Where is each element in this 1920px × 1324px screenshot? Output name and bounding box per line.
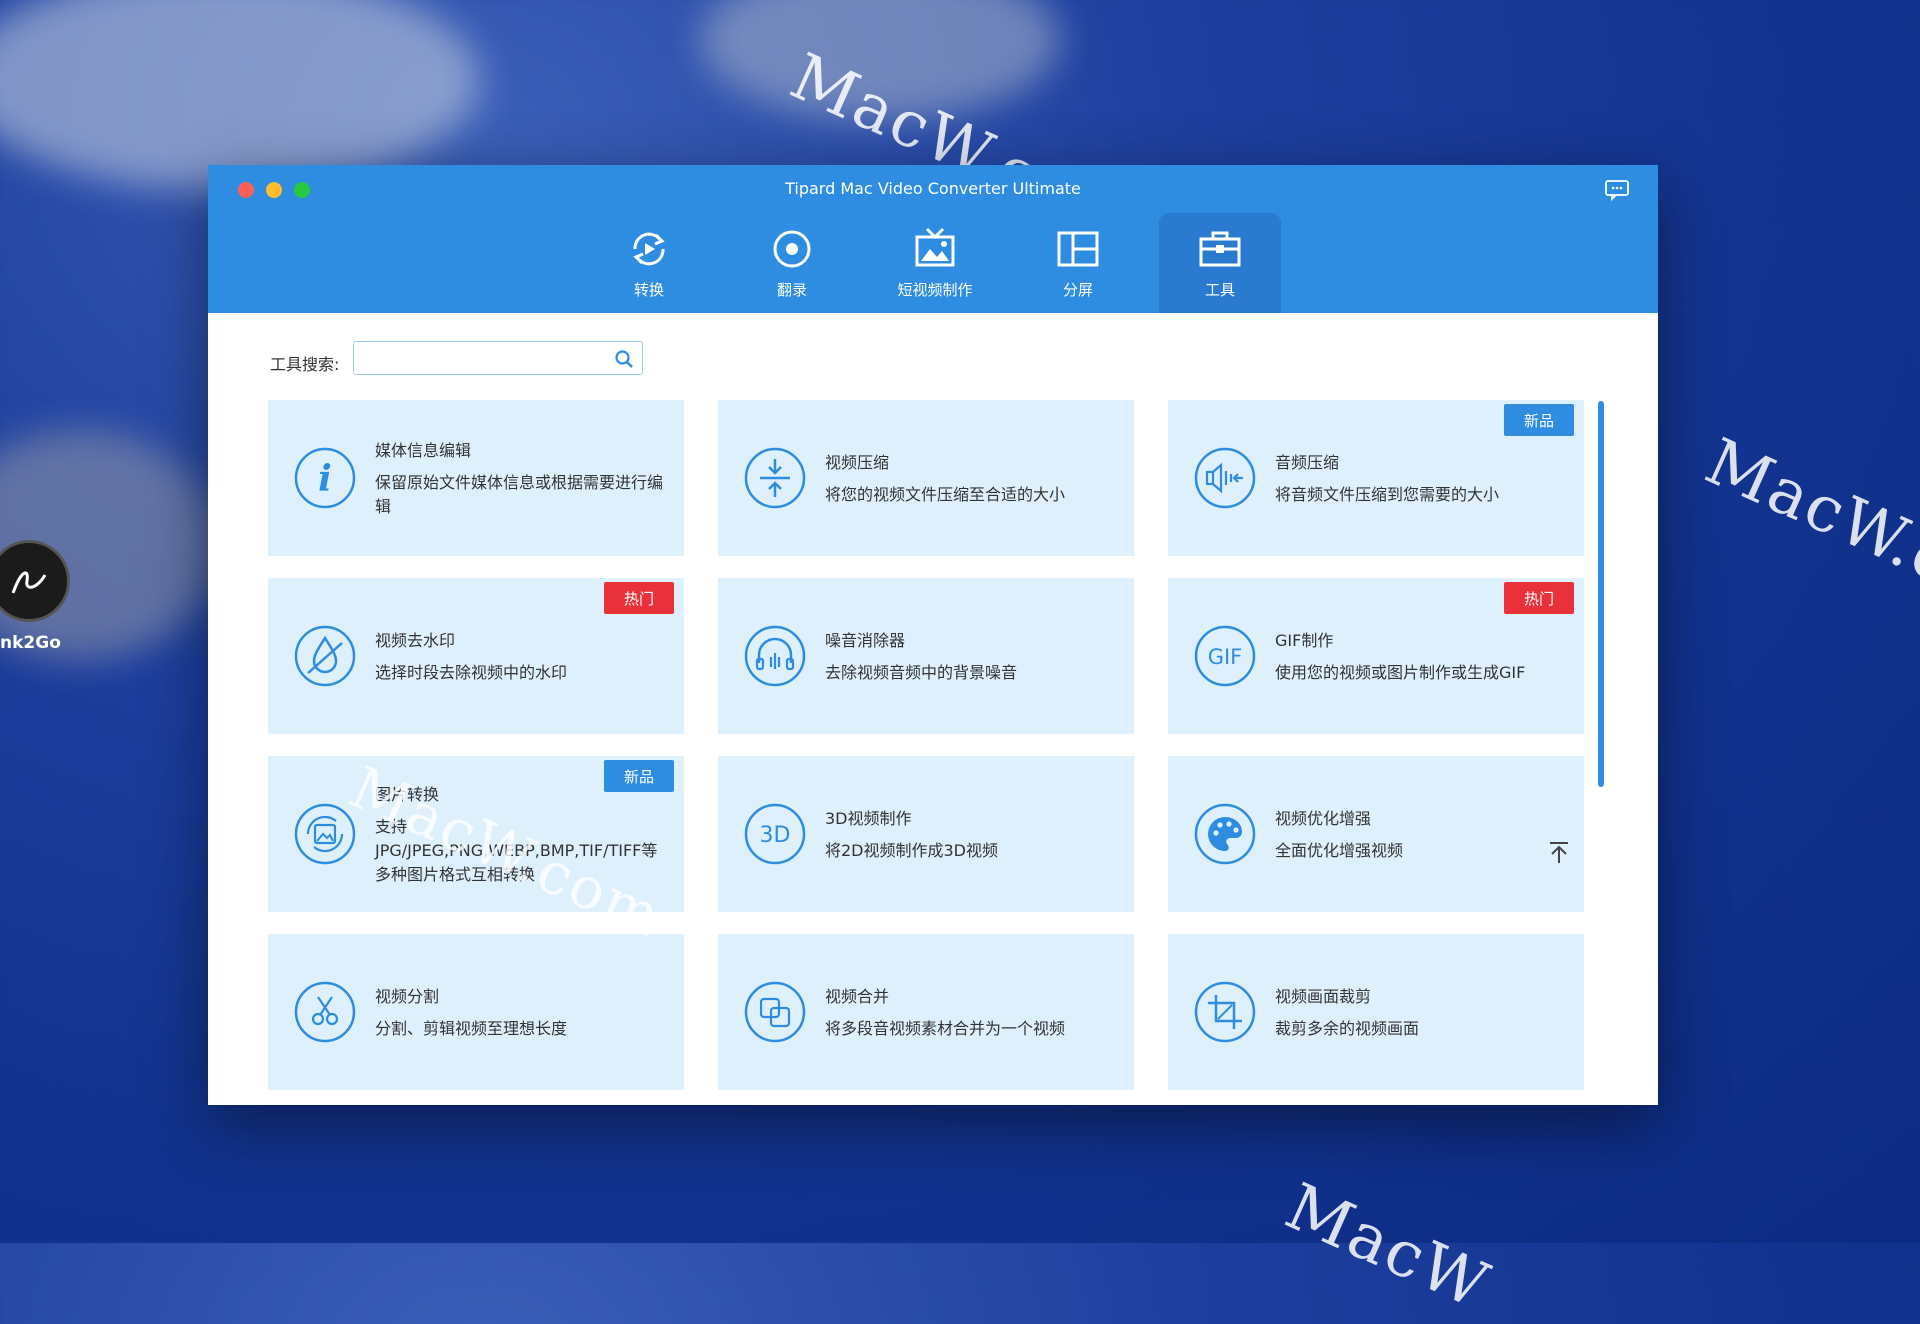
tool-desc: 裁剪多余的视频画面 xyxy=(1275,1019,1420,1038)
main-nav: 转换 翻录 短视频制作 分屏 工具 xyxy=(208,213,1658,313)
tool-card-gif-maker[interactable]: 热门 GIF GIF制作 使用您的视频或图片制作或生成GIF xyxy=(1168,578,1584,734)
tool-card-video-enhancer[interactable]: 视频优化增强全面优化增强视频 xyxy=(1168,756,1584,912)
tab-toolbox[interactable]: 工具 xyxy=(1159,213,1281,313)
tool-desc: 全面优化增强视频 xyxy=(1275,841,1404,860)
tool-card-video-merger[interactable]: 视频合并将多段音视频素材合并为一个视频 xyxy=(718,934,1134,1090)
tool-card-media-info[interactable]: i 媒体信息编辑保留原始文件媒体信息或根据需要进行编辑 xyxy=(268,400,684,556)
tab-split-screen[interactable]: 分屏 xyxy=(1017,213,1139,313)
tab-label: 短视频制作 xyxy=(897,281,973,299)
svg-text:GIF: GIF xyxy=(1208,645,1243,669)
tool-card-video-compress[interactable]: 视频压缩将您的视频文件压缩至合适的大小 xyxy=(718,400,1134,556)
app-window: Tipard Mac Video Converter Ultimate 转换 翻… xyxy=(208,165,1658,1105)
tool-desc: 将2D视频制作成3D视频 xyxy=(825,841,999,860)
scissors-icon xyxy=(294,981,356,1043)
tool-title: 视频合并 xyxy=(825,987,890,1006)
back-to-top-icon[interactable] xyxy=(1546,840,1572,866)
tool-card-video-splitter[interactable]: 视频分割分割、剪辑视频至理想长度 xyxy=(268,934,684,1090)
tool-desc: 保留原始文件媒体信息或根据需要进行编辑 xyxy=(375,473,664,516)
tab-label: 转换 xyxy=(633,281,664,299)
tool-title: 音频压缩 xyxy=(1275,453,1340,472)
tool-title: 噪音消除器 xyxy=(825,631,906,650)
water-reflection xyxy=(0,0,480,190)
tool-card-3d-maker[interactable]: 3D 3D视频制作将2D视频制作成3D视频 xyxy=(718,756,1134,912)
tool-desc: 将您的视频文件压缩至合适的大小 xyxy=(825,485,1066,504)
tool-card-video-crop[interactable]: 视频画面裁剪裁剪多余的视频画面 xyxy=(1168,934,1584,1090)
search-input[interactable] xyxy=(354,342,624,372)
tool-title: GIF制作 xyxy=(1275,631,1334,650)
vertical-scrollbar[interactable] xyxy=(1598,401,1604,787)
toolbox-panel: 工具搜索: i 媒体信息编辑 保留原始文件媒体信息或根据需要进行编辑 视频压缩 … xyxy=(208,313,1658,1105)
tool-desc: 去除视频音频中的背景噪音 xyxy=(825,663,1018,682)
title-bar: Tipard Mac Video Converter Ultimate 转换 翻… xyxy=(208,165,1658,313)
watermark: MacW xyxy=(1274,1170,1500,1324)
info-icon: i xyxy=(294,447,356,509)
search-field[interactable] xyxy=(353,341,643,375)
tool-desc: 选择时段去除视频中的水印 xyxy=(375,663,568,682)
tab-rip[interactable]: 翻录 xyxy=(731,213,853,313)
tool-title: 视频分割 xyxy=(375,987,440,1006)
gif-icon: GIF xyxy=(1194,625,1256,687)
feedback-chat-icon[interactable] xyxy=(1604,179,1630,201)
tool-title: 媒体信息编辑 xyxy=(375,441,472,460)
tool-card-noise-remover[interactable]: 噪音消除器去除视频音频中的背景噪音 xyxy=(718,578,1134,734)
svg-text:i: i xyxy=(318,458,332,500)
tool-title: 视频画面裁剪 xyxy=(1275,987,1372,1006)
tool-card-watermark-remover[interactable]: 热门 视频去水印 选择时段去除视频中的水印 xyxy=(268,578,684,734)
tool-desc: 将多段音视频素材合并为一个视频 xyxy=(825,1019,1066,1038)
toolbox-icon xyxy=(1199,231,1241,267)
audio-compress-icon xyxy=(1194,447,1256,509)
svg-text:3D: 3D xyxy=(760,823,791,848)
tab-label: 翻录 xyxy=(776,281,807,299)
crop-icon xyxy=(1194,981,1256,1043)
3d-icon: 3D xyxy=(744,803,806,865)
tool-desc: 分割、剪辑视频至理想长度 xyxy=(375,1019,568,1038)
tab-short-video[interactable]: 短视频制作 xyxy=(874,213,996,313)
tab-convert[interactable]: 转换 xyxy=(588,213,710,313)
tool-title: 视频去水印 xyxy=(375,631,456,650)
tool-desc: 使用您的视频或图片制作或生成GIF xyxy=(1275,663,1526,682)
tool-card-audio-compress[interactable]: 新品 音频压缩 将音频文件压缩到您需要的大小 xyxy=(1168,400,1584,556)
split-screen-icon xyxy=(1057,231,1099,267)
watermark-remove-icon xyxy=(294,625,356,687)
tool-title: 视频压缩 xyxy=(825,453,890,472)
disc-icon xyxy=(773,230,811,268)
headphones-icon xyxy=(744,625,806,687)
tool-desc: 将音频文件压缩到您需要的大小 xyxy=(1275,485,1500,504)
tool-title: 3D视频制作 xyxy=(825,809,912,828)
watermark: MacW.c xyxy=(1694,425,1920,600)
desktop-app-label: nk2Go xyxy=(0,633,61,653)
window-title: Tipard Mac Video Converter Ultimate xyxy=(785,179,1081,198)
tab-label: 分屏 xyxy=(1062,281,1093,299)
search-icon[interactable] xyxy=(614,349,634,369)
tool-title: 视频优化增强 xyxy=(1275,809,1372,828)
tab-label: 工具 xyxy=(1204,281,1235,299)
merge-icon xyxy=(744,981,806,1043)
signature-icon xyxy=(11,571,47,594)
compress-icon xyxy=(744,447,806,509)
mv-icon xyxy=(915,227,955,267)
convert-icon xyxy=(633,232,665,266)
palette-icon xyxy=(1194,803,1256,865)
search-label: 工具搜索: xyxy=(270,355,340,374)
